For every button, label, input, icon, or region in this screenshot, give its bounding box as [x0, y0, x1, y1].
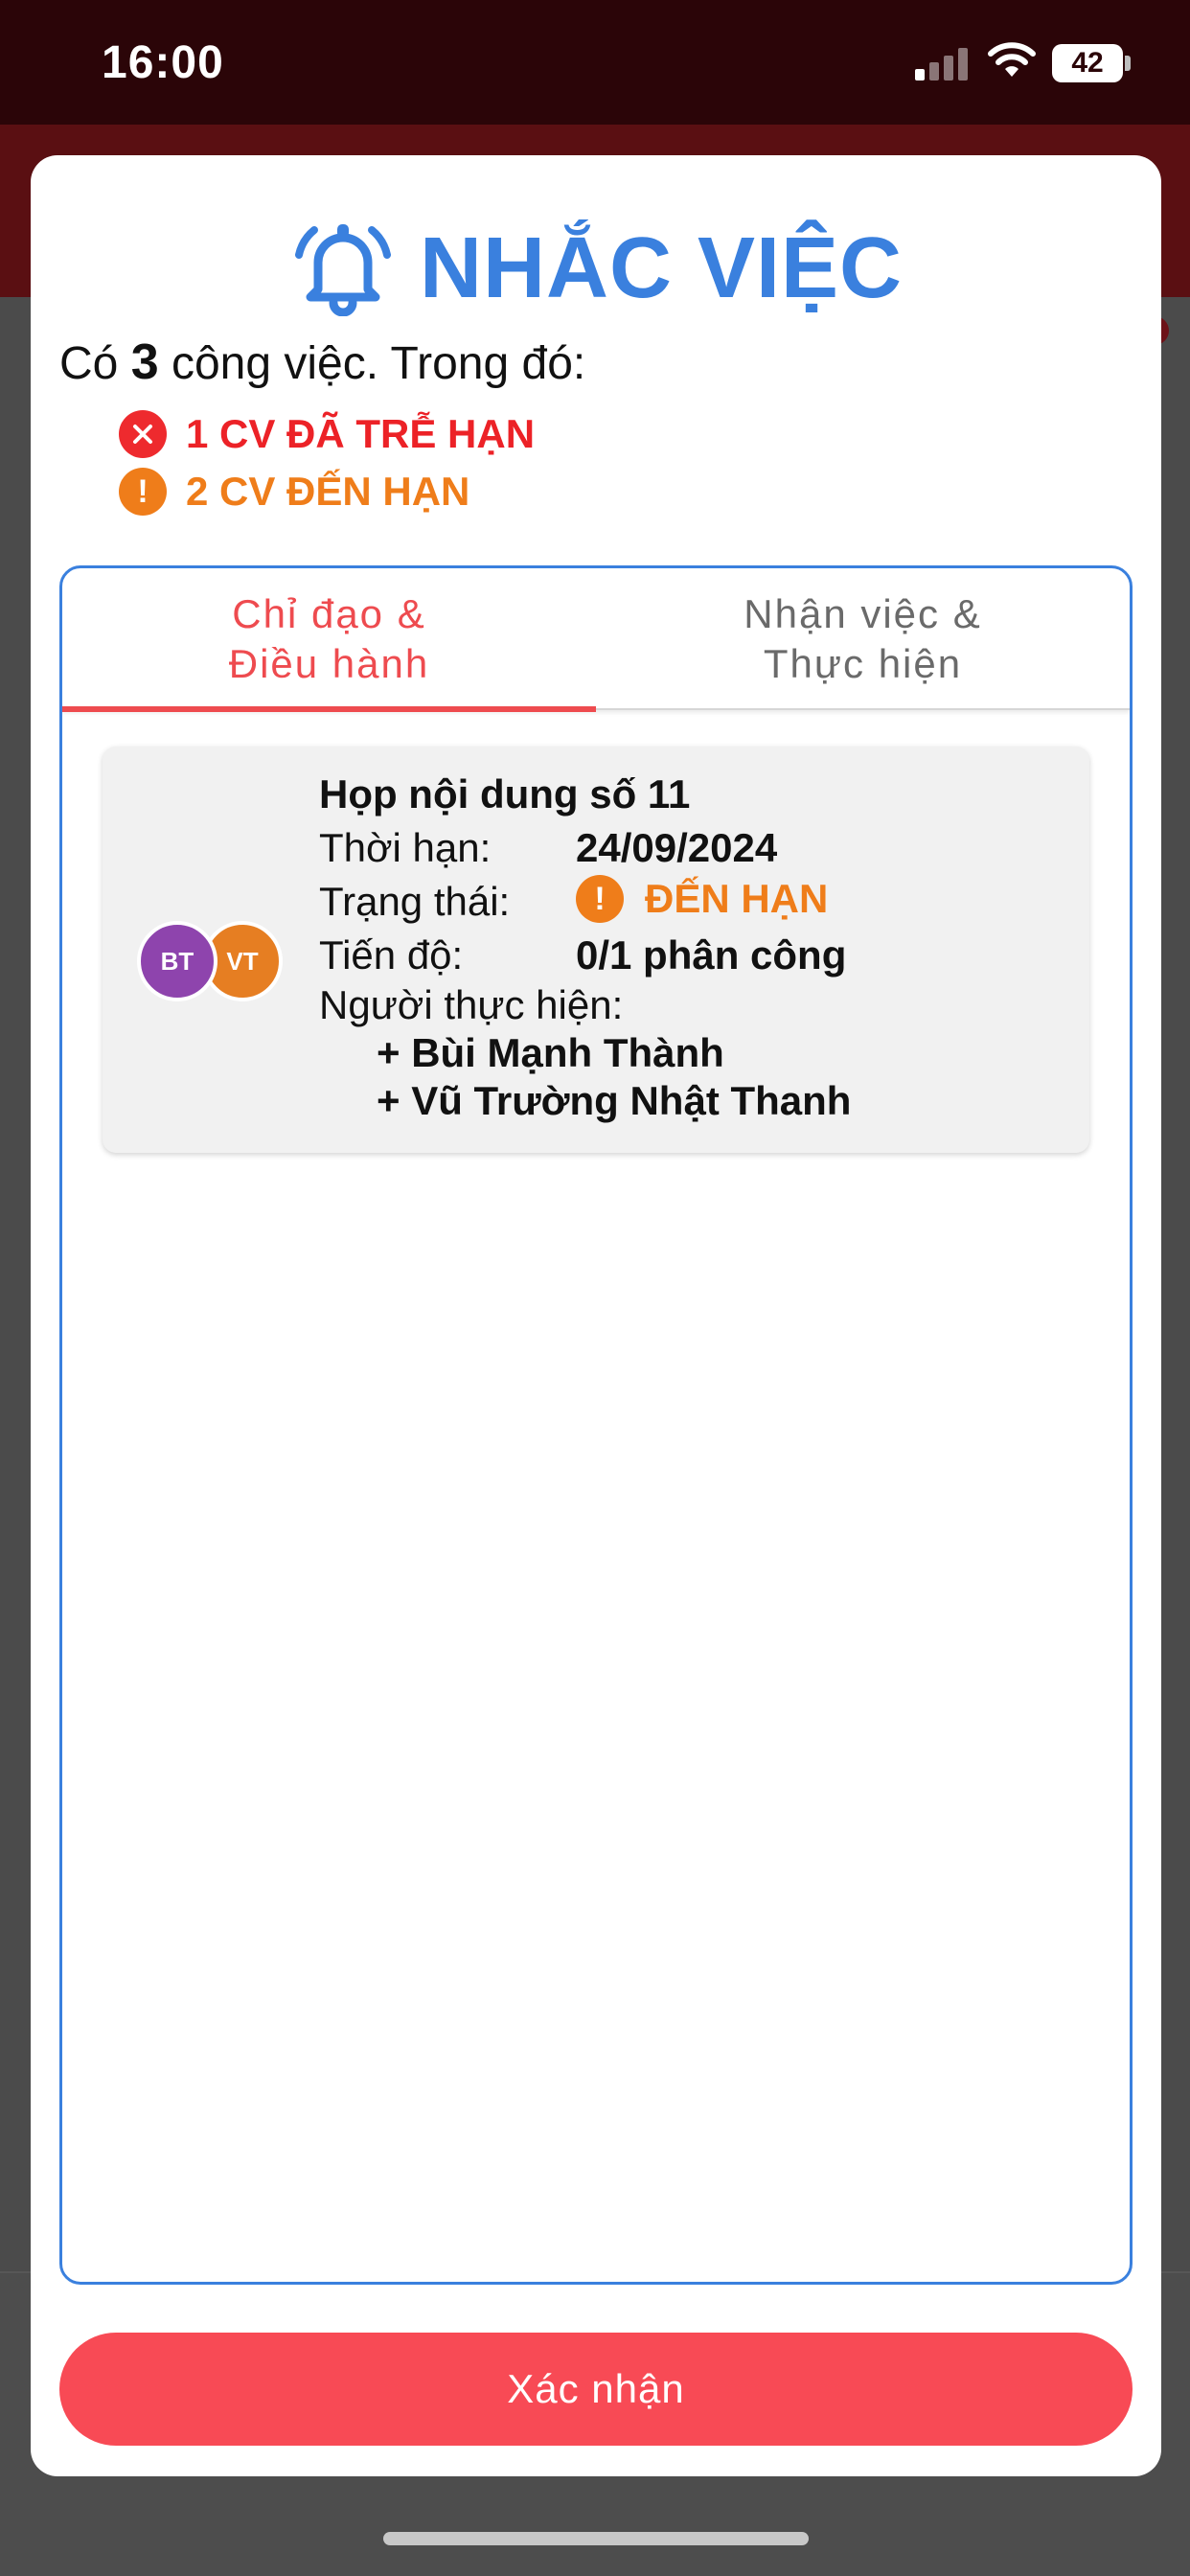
late-summary-text: 1 CV ĐÃ TRỄ HẠN — [186, 411, 536, 456]
total-count: 3 — [130, 334, 159, 390]
avatar: BT — [137, 921, 217, 1001]
exclamation-circle-icon: ! — [576, 875, 624, 923]
tab-label-line2: Thực hiện — [763, 641, 963, 686]
home-indicator[interactable] — [383, 2532, 809, 2545]
status-value: ! ĐẾN HẠN — [576, 875, 828, 923]
tab-bar: Chỉ đạo & Điều hành Nhận việc & Thực hiệ… — [62, 568, 1130, 712]
tab-label-line1: Chỉ đạo & — [232, 591, 426, 636]
close-circle-icon — [119, 410, 167, 458]
tab-direct-manage[interactable]: Chỉ đạo & Điều hành — [62, 568, 596, 712]
status-label: Trạng thái: — [319, 879, 511, 924]
assignees-label: Người thực hiện: — [319, 982, 624, 1027]
progress-label: Tiến độ: — [319, 932, 464, 978]
assignee-item: + Bùi Mạnh Thành — [377, 1030, 724, 1075]
deadline-value: 24/09/2024 — [576, 825, 778, 870]
wifi-icon — [987, 40, 1037, 83]
summary-prefix: Có — [59, 338, 119, 389]
battery-tip — [1125, 56, 1131, 71]
tab-label-line2: Điều hành — [228, 641, 430, 686]
task-card[interactable]: BT VT Họp nội dung số 11 Thời hạn: 24/09… — [103, 747, 1089, 1153]
task-title: Họp nội dung số 11 — [319, 771, 691, 816]
summary-suffix: công việc. Trong đó: — [171, 338, 586, 389]
task-panel: Chỉ đạo & Điều hành Nhận việc & Thực hiệ… — [59, 565, 1133, 2285]
confirm-button[interactable]: Xác nhận — [59, 2333, 1133, 2446]
progress-value: 0/1 phân công — [576, 932, 847, 978]
battery-icon: 42 — [1052, 44, 1123, 82]
exclamation-circle-icon: ! — [119, 468, 167, 516]
bell-icon — [289, 217, 397, 321]
due-summary: ! 2 CV ĐẾN HẠN — [119, 468, 469, 516]
reminder-modal: NHẮC VIỆC Có 3 công việc. Trong đó: 1 CV… — [31, 155, 1161, 2476]
modal-header: NHẮC VIỆC — [31, 211, 1161, 326]
due-summary-text: 2 CV ĐẾN HẠN — [186, 469, 470, 514]
tab-label-line1: Nhận việc & — [744, 591, 982, 636]
status-time: 16:00 — [102, 37, 224, 88]
active-tab-indicator — [62, 706, 596, 712]
tab-receive-execute[interactable]: Nhận việc & Thực hiện — [596, 568, 1130, 710]
modal-title: NHẮC VIỆC — [419, 219, 904, 316]
status-value-text: ĐẾN HẠN — [645, 876, 829, 921]
assignee-item: + Vũ Trường Nhật Thanh — [377, 1078, 852, 1123]
late-summary: 1 CV ĐÃ TRỄ HẠN — [119, 410, 535, 458]
deadline-label: Thời hạn: — [319, 825, 492, 870]
task-summary: Có 3 công việc. Trong đó: — [59, 334, 585, 391]
cellular-signal-icon — [915, 46, 969, 80]
